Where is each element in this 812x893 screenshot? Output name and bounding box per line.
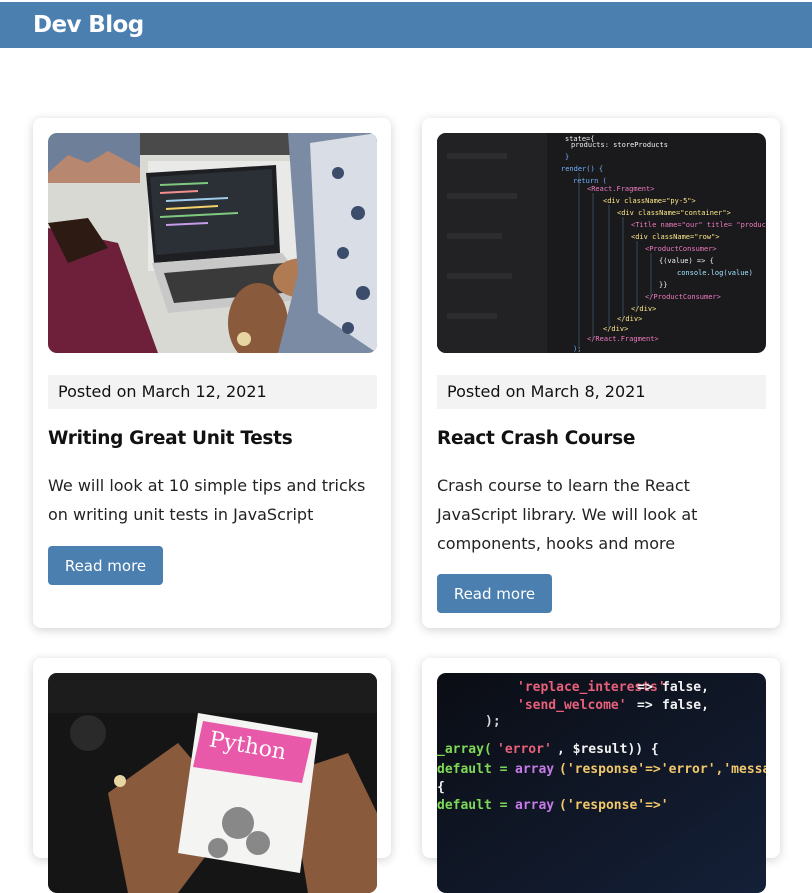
svg-text:false,: false, — [662, 698, 709, 713]
svg-text:}}: }} — [659, 281, 667, 289]
svg-text:}: } — [565, 153, 569, 161]
svg-text:{: { — [437, 780, 445, 795]
svg-text:products: storeProducts: products: storeProducts — [571, 141, 668, 149]
svg-text:return (: return ( — [573, 177, 607, 185]
svg-text:false,: false, — [662, 680, 709, 695]
svg-text:render() {: render() { — [561, 165, 603, 173]
read-more-button[interactable]: Read more — [48, 546, 163, 585]
svg-text:</React.Fragment>: </React.Fragment> — [587, 335, 659, 343]
svg-text:('response'=>'error','message': ('response'=>'error','message' — [559, 762, 766, 777]
post-title[interactable]: Writing Great Unit Tests — [48, 428, 377, 449]
post-title[interactable]: React Crash Course — [437, 428, 766, 449]
svg-text:<Title name="our" title= "prod: <Title name="our" title= "product — [631, 221, 766, 229]
site-brand[interactable]: Dev Blog — [33, 12, 144, 38]
post-date: Posted on March 8, 2021 — [437, 375, 766, 409]
post-excerpt: We will look at 10 simple tips and trick… — [48, 476, 366, 524]
svg-text:);: ); — [485, 714, 501, 729]
svg-text:<div className="container">: <div className="container"> — [617, 209, 731, 217]
post-date: Posted on March 12, 2021 — [48, 375, 377, 409]
svg-text:'error': 'error' — [497, 742, 552, 757]
svg-text:);: ); — [573, 345, 581, 353]
top-navbar: Dev Blog — [0, 2, 812, 48]
read-more-button[interactable]: Read more — [437, 574, 552, 613]
post-image-python-book[interactable]: Python — [48, 673, 377, 893]
svg-text:<ProductConsumer>: <ProductConsumer> — [645, 245, 717, 253]
post-image-react-code[interactable]: state={ products: storeProducts } render… — [437, 133, 766, 353]
svg-text:array: array — [515, 798, 554, 813]
svg-text:('response'=>': ('response'=>' — [559, 798, 669, 813]
post-card: Python — [33, 658, 391, 893]
svg-text:_array(: _array( — [437, 742, 492, 757]
svg-text:'send_welcome': 'send_welcome' — [517, 698, 627, 713]
post-card: Posted on March 12, 2021 Writing Great U… — [33, 118, 391, 628]
svg-text:</div>: </div> — [603, 325, 628, 333]
svg-text:console.log(value): console.log(value) — [677, 269, 753, 277]
svg-text:=>: => — [637, 698, 653, 713]
post-card: state={ products: storeProducts } render… — [422, 118, 780, 628]
svg-text:</ProductConsumer>: </ProductConsumer> — [645, 293, 721, 301]
svg-text:</div>: </div> — [631, 305, 656, 313]
svg-text:default =: default = — [437, 762, 508, 777]
post-excerpt: Crash course to learn the React JavaScri… — [437, 476, 698, 553]
post-card: 'replace_interests' => false, 'send_welc… — [422, 658, 780, 893]
svg-text:<React.Fragment>: <React.Fragment> — [587, 185, 654, 193]
svg-text:</div>: </div> — [617, 315, 642, 323]
post-image-php-code[interactable]: 'replace_interests' => false, 'send_welc… — [437, 673, 766, 893]
svg-text:, $result)) {: , $result)) { — [557, 742, 659, 757]
svg-text:<div className="py-5">: <div className="py-5"> — [603, 197, 696, 205]
svg-text:=>: => — [637, 680, 653, 695]
svg-text:array: array — [515, 762, 554, 777]
svg-text:<div className="row">: <div className="row"> — [631, 233, 720, 241]
post-image-laptop[interactable] — [48, 133, 377, 353]
svg-text:default =: default = — [437, 798, 508, 813]
svg-text:{(value) => {: {(value) => { — [659, 257, 714, 265]
